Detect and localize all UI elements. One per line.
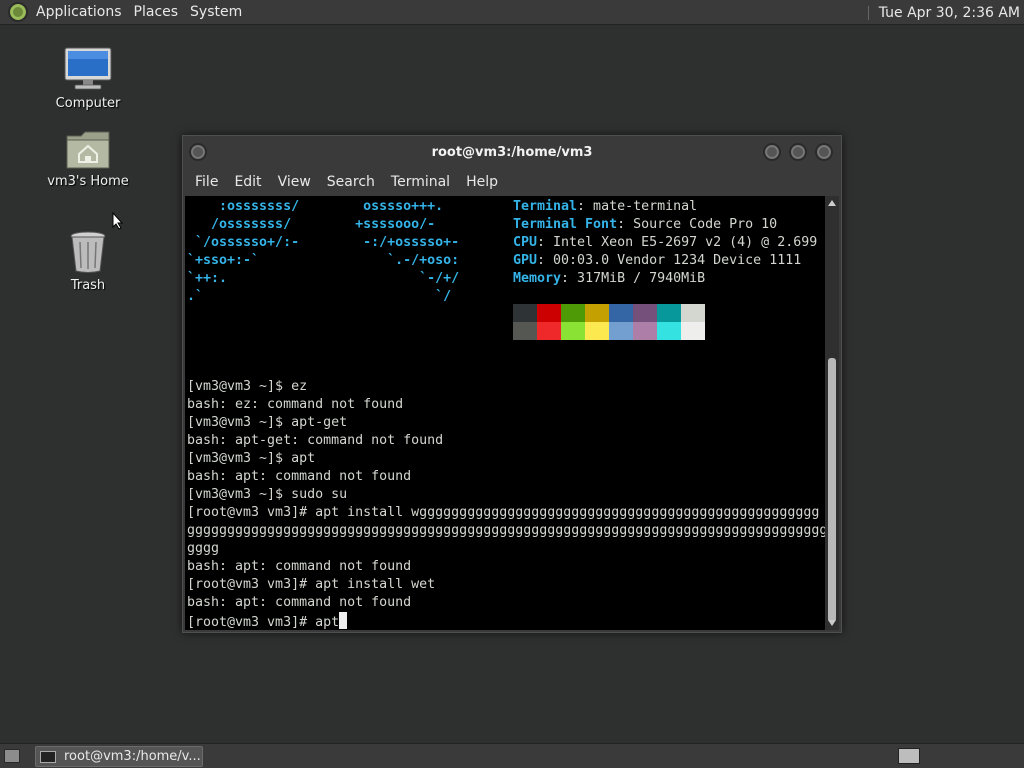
workspace-switcher[interactable] [898,748,920,764]
logo-line: `++:. `-/+/ [187,271,460,286]
color-swatch [633,322,657,340]
terminal-line: [root@vm3 vm3]# apt install wet [187,577,436,592]
info-value: : 00:03.0 Vendor 1234 Device 1111 [537,253,802,268]
window-menu-button[interactable] [189,143,207,161]
logo-line: `+sso+:-` `.-/+oso: [187,253,460,268]
color-swatch [561,322,585,340]
window-title: root@vm3:/home/vm3 [431,144,593,160]
menu-terminal[interactable]: Terminal [383,174,458,190]
logo-line: `/ossssso+/:- -:/+osssso+- [187,235,460,250]
info-line: CPU: Intel Xeon E5-2697 v2 (4) @ 2.699 [513,234,817,252]
terminal-line: [vm3@vm3 ~]$ apt-get [187,415,348,430]
color-swatch [513,304,537,322]
logo-line: :osssssss/ osssso+++. [187,199,444,214]
info-key: Memory [513,271,562,286]
terminal-line: bash: apt-get: command not found [187,433,444,448]
terminal-line: [vm3@vm3 ~]$ ez [187,379,308,394]
window-titlebar[interactable]: root@vm3:/home/vm3 [183,136,841,168]
color-swatch [513,322,537,340]
clock[interactable]: Tue Apr 30, 2:36 AM [879,5,1024,21]
terminal-line: bash: apt: command not found [187,559,412,574]
top-panel-right: Tue Apr 30, 2:36 AM [867,0,1024,25]
terminal-scrollbar[interactable] [825,196,839,630]
trash-icon [70,231,106,273]
color-swatch [585,304,609,322]
home-folder-icon [66,131,110,169]
terminal-output[interactable]: :osssssss/ osssso+++. /osssssss/ +ssssoo… [185,196,825,630]
color-swatch [633,304,657,322]
mouse-pointer-icon [112,212,124,230]
bottom-panel: root@vm3:/home/v... [0,743,1024,768]
desktop-icon-computer[interactable]: Computer [38,46,138,111]
terminal-line: bash: apt: command not found [187,469,412,484]
menu-file[interactable]: File [187,174,226,190]
menu-places[interactable]: Places [134,4,179,20]
color-swatch [657,304,681,322]
terminal-line: bash: ez: command not found [187,397,404,412]
color-swatch [657,322,681,340]
color-swatch [537,322,561,340]
taskbar-item-label: root@vm3:/home/v... [64,749,201,764]
menu-edit[interactable]: Edit [226,174,269,190]
info-value: : Source Code Pro 10 [617,217,778,232]
info-line: Terminal: mate-terminal [513,198,697,216]
terminal-line: [root@vm3 vm3]# apt install wggggggggggg… [187,505,820,520]
menu-help[interactable]: Help [458,174,506,190]
color-swatch [561,304,585,322]
info-line: Terminal Font: Source Code Pro 10 [513,216,777,234]
info-value: : mate-terminal [577,199,698,214]
color-swatch [609,304,633,322]
maximize-button[interactable] [789,143,807,161]
color-swatch [681,304,705,322]
mate-logo-icon[interactable] [8,2,28,22]
menu-system[interactable]: System [190,4,242,20]
menu-search[interactable]: Search [319,174,383,190]
logo-line: /osssssss/ +ssssooo/- [187,217,436,232]
text-cursor [339,612,348,629]
info-key: GPU [513,253,538,268]
window-menubar: File Edit View Search Terminal Help [183,168,841,196]
info-value: : 317MiB / 7940MiB [561,271,706,286]
menu-view[interactable]: View [270,174,319,190]
desktop-icon-label: Computer [55,96,121,111]
desktop-icon-trash[interactable]: Trash [38,230,138,293]
terminal-window[interactable]: root@vm3:/home/vm3 File Edit View Search… [182,135,842,633]
desktop-icon-home[interactable]: vm3's Home [38,128,138,189]
info-key: CPU [513,235,538,250]
terminal-line: gggg [187,541,220,556]
menu-applications[interactable]: Applications [36,4,122,20]
color-swatch [681,322,705,340]
top-panel: Applications Places System Tue Apr 30, 2… [0,0,1024,25]
color-palette-bright [513,322,705,340]
terminal-prompt-line[interactable]: [root@vm3 vm3]# apt [187,612,348,630]
color-swatch [609,322,633,340]
scroll-up-arrow-icon[interactable] [828,200,836,206]
info-key: Terminal Font [513,217,618,232]
info-value: : Intel Xeon E5-2697 v2 (4) @ 2.699 [537,235,818,250]
info-line: Memory: 317MiB / 7940MiB [513,270,705,288]
desktop-icon-label: Trash [70,278,106,293]
desktop-icon-label: vm3's Home [47,174,129,189]
panel-separator [867,5,871,20]
info-key: Terminal [513,199,578,214]
color-swatch [585,322,609,340]
terminal-line: gggggggggggggggggggggggggggggggggggggggg… [187,523,825,538]
scrollbar-thumb[interactable] [828,358,836,622]
show-desktop-icon[interactable] [4,749,20,763]
color-swatch [537,304,561,322]
computer-icon [64,47,112,90]
terminal-line: [vm3@vm3 ~]$ apt [187,451,316,466]
info-line: GPU: 00:03.0 Vendor 1234 Device 1111 [513,252,801,270]
terminal-icon [40,750,56,763]
logo-line: .` `/ [187,289,452,304]
scroll-down-arrow-icon[interactable] [828,620,836,626]
prompt-text: [root@vm3 vm3]# apt [187,615,340,630]
color-palette-dark [513,304,705,322]
close-button[interactable] [815,143,833,161]
terminal-line: [vm3@vm3 ~]$ sudo su [187,487,348,502]
minimize-button[interactable] [763,143,781,161]
taskbar-item-terminal[interactable]: root@vm3:/home/v... [35,746,203,767]
terminal-line: bash: apt: command not found [187,595,412,610]
